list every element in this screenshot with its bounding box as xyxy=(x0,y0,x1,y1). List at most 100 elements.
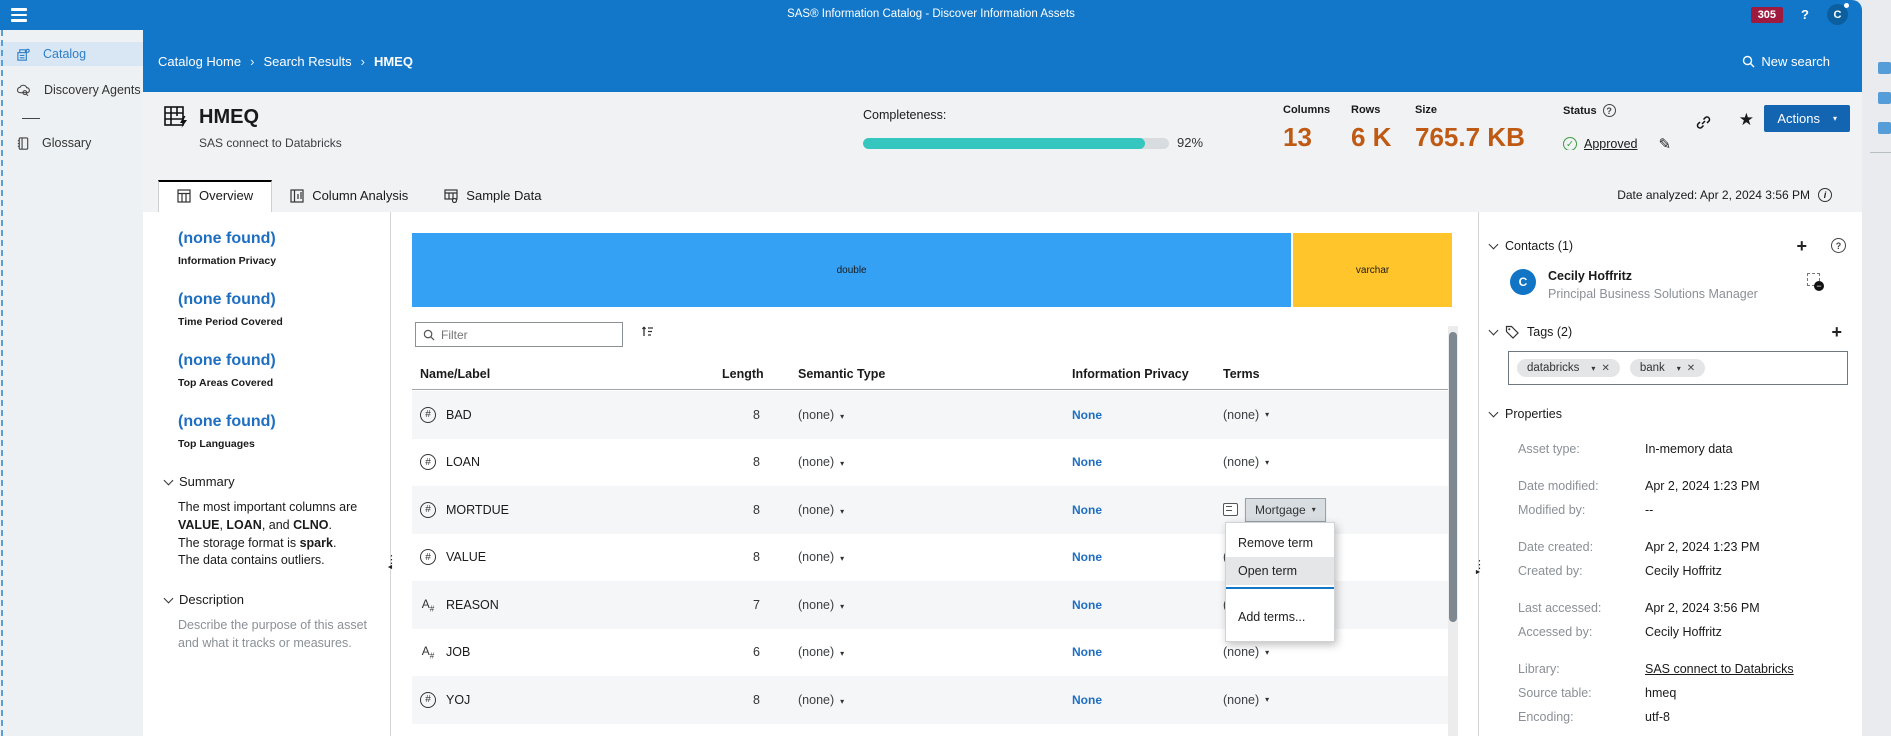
data-type-bar: double varchar xyxy=(412,233,1452,307)
column-name: VALUE xyxy=(446,550,487,565)
col-header-privacy[interactable]: Information Privacy xyxy=(1072,367,1223,381)
tab-column-analysis[interactable]: Column Analysis xyxy=(272,180,426,212)
help-icon[interactable]: ? xyxy=(1801,7,1809,22)
menu-item-open-term[interactable]: Open term xyxy=(1226,557,1334,585)
privacy-link[interactable]: None xyxy=(1072,503,1102,517)
user-avatar[interactable]: C xyxy=(1827,3,1849,25)
chevron-down-icon xyxy=(1488,325,1499,336)
info-icon[interactable]: i xyxy=(1818,188,1832,202)
semantic-type-dropdown[interactable]: (none) ▾ xyxy=(760,503,1072,517)
sort-options-icon[interactable] xyxy=(640,324,655,339)
privacy-link[interactable]: None xyxy=(1072,550,1102,564)
menu-item-remove-term[interactable]: Remove term xyxy=(1226,529,1334,557)
completeness-percent: 92% xyxy=(1177,135,1204,150)
sidebar-item-label: Discovery Agents xyxy=(44,83,141,97)
sidebar-item-glossary[interactable]: Glossary xyxy=(0,131,143,155)
facet-information-privacy: (none found) Information Privacy xyxy=(178,230,383,267)
col-header-semantic[interactable]: Semantic Type xyxy=(760,367,1072,381)
semantic-type-dropdown[interactable]: (none) ▾ xyxy=(760,645,1072,659)
status-help-icon[interactable]: ? xyxy=(1602,104,1616,117)
stat-columns: Columns 13 xyxy=(1283,104,1331,152)
notification-badge[interactable]: 305 xyxy=(1750,6,1784,23)
privacy-link[interactable]: None xyxy=(1072,408,1102,422)
property-value: Cecily Hoffritz xyxy=(1645,625,1722,639)
tag-chip-databricks[interactable]: databricks ▾ ✕ xyxy=(1517,359,1620,377)
copy-link-icon[interactable] xyxy=(1695,114,1712,131)
sample-data-icon xyxy=(444,188,458,203)
remove-contact-icon[interactable] xyxy=(1807,273,1824,291)
table-scrollbar-thumb[interactable] xyxy=(1449,332,1457,622)
facet-value-link[interactable]: (none found) xyxy=(178,291,383,309)
privacy-link[interactable]: None xyxy=(1072,645,1102,659)
property-value: Apr 2, 2024 3:56 PM xyxy=(1645,601,1760,615)
semantic-type-dropdown[interactable]: (none) ▾ xyxy=(760,408,1072,422)
filter-box xyxy=(415,322,623,347)
actions-button[interactable]: Actions ▾ xyxy=(1764,105,1850,132)
tags-section-toggle[interactable]: Tags (2) xyxy=(1527,325,1572,339)
menu-divider xyxy=(1226,587,1334,589)
breadcrumb-search-results[interactable]: Search Results xyxy=(263,54,351,69)
term-button-mortgage[interactable]: Mortgage ▾ xyxy=(1245,497,1326,522)
status-label: Status xyxy=(1563,104,1597,117)
contacts-help-icon[interactable]: ? xyxy=(1831,238,1846,253)
edge-artifact xyxy=(1878,122,1891,134)
contacts-section-toggle[interactable]: Contacts (1) xyxy=(1505,239,1573,253)
column-length: 8 xyxy=(753,550,760,565)
remove-tag-icon[interactable]: ✕ xyxy=(1687,363,1695,374)
favorite-star-icon[interactable]: ★ xyxy=(1739,110,1754,130)
chevron-down-icon: ▾ xyxy=(1832,114,1837,123)
semantic-type-dropdown[interactable]: (none) ▾ xyxy=(760,693,1072,707)
tab-overview[interactable]: Overview xyxy=(158,180,273,212)
semantic-type-dropdown[interactable]: (none) ▾ xyxy=(760,455,1072,469)
summary-section-toggle[interactable]: Summary xyxy=(163,474,383,489)
description-section-toggle[interactable]: Description xyxy=(163,592,383,607)
breadcrumb-catalog-home[interactable]: Catalog Home xyxy=(158,54,241,69)
col-header-length[interactable]: Length xyxy=(722,367,764,381)
col-header-terms[interactable]: Terms xyxy=(1223,367,1452,381)
add-tag-button[interactable]: + xyxy=(1831,323,1842,341)
privacy-link[interactable]: None xyxy=(1072,693,1102,707)
library-link[interactable]: SAS connect to Databricks xyxy=(1645,662,1794,676)
col-header-name[interactable]: Name/Label xyxy=(412,367,722,381)
tags-input-box[interactable]: databricks ▾ ✕ bank ▾ ✕ xyxy=(1508,351,1848,385)
table-header: Name/Label Length Semantic Type Informat… xyxy=(412,358,1452,390)
overview-content: (none found) Information Privacy (none f… xyxy=(143,212,1862,736)
add-contact-button[interactable]: + xyxy=(1796,237,1807,255)
numeric-column-icon: # xyxy=(420,691,436,708)
description-editor[interactable]: Describe the purpose of this asset and w… xyxy=(178,617,383,653)
semantic-type-dropdown[interactable]: (none) ▾ xyxy=(760,598,1072,612)
facet-value-link[interactable]: (none found) xyxy=(178,230,383,248)
privacy-link[interactable]: None xyxy=(1072,598,1102,612)
panel-resize-handle[interactable]: ⋮ ◄ xyxy=(386,555,397,572)
search-icon xyxy=(423,329,435,341)
new-search-button[interactable]: New search xyxy=(1742,54,1830,69)
semantic-type-dropdown[interactable]: (none) ▾ xyxy=(760,550,1072,564)
tag-chip-bank[interactable]: bank ▾ ✕ xyxy=(1629,359,1706,377)
tab-sample-data[interactable]: Sample Data xyxy=(426,180,559,212)
numeric-column-icon: # xyxy=(420,454,436,471)
numeric-column-icon: # xyxy=(420,549,436,566)
terms-dropdown[interactable]: (none)▾ xyxy=(1223,693,1452,707)
sidebar-item-catalog[interactable]: Catalog xyxy=(0,42,143,66)
panel-resize-handle[interactable]: ⋮ ► xyxy=(1474,560,1485,577)
sidebar-item-discovery-agents[interactable]: Discovery Agents xyxy=(0,78,143,102)
table-row: # BAD 8 (none) ▾ None (none) ▾ xyxy=(412,391,1452,439)
numeric-column-icon: # xyxy=(420,406,436,423)
contact-role: Principal Business Solutions Manager xyxy=(1548,287,1758,301)
facet-value-link[interactable]: (none found) xyxy=(178,413,383,431)
type-segment-varchar[interactable]: varchar xyxy=(1293,233,1452,307)
breadcrumb-current-hmeq: HMEQ xyxy=(373,54,413,69)
menu-item-add-terms[interactable]: Add terms... xyxy=(1226,603,1334,631)
filter-input[interactable] xyxy=(441,327,615,342)
terms-dropdown[interactable]: (none)▾ xyxy=(1223,455,1452,469)
table-row: # LOAN 8 (none) ▾ None (none) ▾ xyxy=(412,439,1452,487)
privacy-link[interactable]: None xyxy=(1072,455,1102,469)
remove-tag-icon[interactable]: ✕ xyxy=(1601,363,1609,374)
type-segment-double[interactable]: double xyxy=(412,233,1292,307)
status-value-link[interactable]: Approved xyxy=(1584,137,1638,151)
facet-value-link[interactable]: (none found) xyxy=(178,352,383,370)
terms-dropdown[interactable]: (none)▾ xyxy=(1223,645,1452,659)
properties-section-toggle[interactable]: Properties xyxy=(1505,407,1562,421)
chevron-down-icon xyxy=(163,593,174,603)
terms-dropdown[interactable]: (none)▾ xyxy=(1223,408,1452,422)
